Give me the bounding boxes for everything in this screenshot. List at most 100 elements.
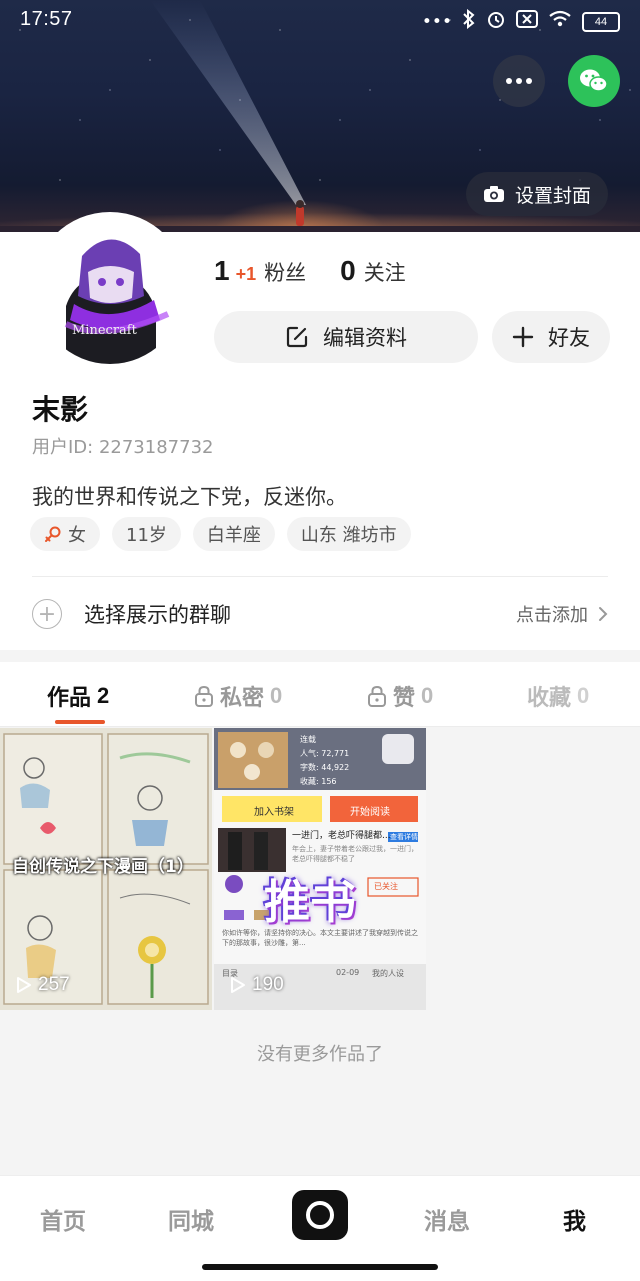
work-item[interactable]: 自创传说之下漫画（1） 257	[0, 728, 212, 1010]
sim-off-icon	[516, 10, 538, 33]
tab-works[interactable]: 作品 2	[47, 680, 109, 712]
fans-count: 1	[214, 255, 230, 286]
work-views-count: 190	[252, 974, 284, 995]
tag-gender: 女	[30, 517, 100, 551]
avatar[interactable]: Minecraft	[36, 216, 184, 364]
tab-likes-count: 0	[421, 683, 434, 708]
tab-private-label: 私密	[220, 686, 265, 711]
book-status: 连载	[300, 735, 316, 744]
tag-gender-label: 女	[68, 525, 86, 546]
work-item[interactable]: 连载 人气: 72,771 字数: 44,922 收藏: 156 加入书架 开始…	[214, 728, 426, 1010]
nav-home[interactable]: 首页	[40, 1202, 86, 1236]
status-icons: ••• 44	[421, 8, 620, 34]
wechat-share-button[interactable]	[568, 55, 620, 107]
tag-age-label: 11岁	[126, 525, 167, 546]
more-button[interactable]	[493, 55, 545, 107]
fans-label: 粉丝	[264, 261, 307, 285]
content-tabs: 作品 2 私密 0 赞 0 收藏 0	[0, 662, 640, 727]
work-views: 190	[230, 974, 284, 996]
nav-me[interactable]: 我	[563, 1202, 586, 1236]
book-toc-author: 我的人设	[372, 969, 404, 978]
set-cover-button[interactable]: 设置封面	[466, 172, 608, 216]
plus-icon	[512, 326, 534, 348]
following-label: 关注	[363, 261, 406, 285]
book-popularity: 人气: 72,771	[300, 749, 350, 758]
more-dots-icon: •••	[421, 11, 452, 32]
tab-private[interactable]: 私密 0	[194, 680, 282, 712]
user-id[interactable]: 用户ID: 2273187732	[32, 433, 213, 459]
group-chat-row[interactable]: + 选择展示的群聊 点击添加	[32, 590, 608, 638]
chevron-right-icon	[599, 607, 608, 621]
divider	[32, 576, 608, 577]
book-detail-tag: 查看详情	[390, 833, 418, 841]
following-count: 0	[340, 255, 356, 286]
bio: 我的世界和传说之下党，反迷你。	[32, 485, 347, 509]
nav-nearby[interactable]: 同城	[168, 1202, 214, 1236]
lock-icon	[368, 685, 386, 707]
nickname: 末影	[32, 393, 89, 426]
tag-location-label: 山东 潍坊市	[300, 525, 397, 546]
book-word-count: 字数: 44,922	[300, 763, 350, 772]
work-views-count: 257	[38, 974, 70, 995]
active-tab-indicator	[55, 720, 105, 724]
edit-profile-label: 编辑资料	[323, 326, 407, 350]
book-toc-date: 02-09	[336, 968, 360, 977]
tag-location: 山东 潍坊市	[286, 517, 411, 551]
tag-zodiac: 白羊座	[192, 517, 275, 551]
add-circle-icon: +	[32, 599, 62, 629]
work-title: 自创传说之下漫画（1）	[12, 857, 194, 877]
book-start-read: 开始阅读	[350, 807, 390, 818]
lock-icon	[195, 685, 213, 707]
home-indicator	[202, 1264, 438, 1270]
avatar-image: Minecraft	[36, 216, 184, 364]
wifi-icon	[548, 10, 572, 33]
tag-zodiac-label: 白羊座	[206, 525, 261, 546]
group-chat-label: 选择展示的群聊	[84, 603, 231, 627]
wechat-icon	[580, 69, 608, 92]
profile-cover[interactable]: 17:57 ••• 44 设置封面	[0, 0, 640, 232]
status-time: 17:57	[20, 8, 73, 30]
no-more-works: 没有更多作品了	[257, 1044, 383, 1065]
tab-private-count: 0	[270, 683, 283, 708]
record-icon	[306, 1201, 334, 1229]
book-add-shelf: 加入书架	[254, 807, 294, 818]
work-overlay-text: 推书	[264, 875, 356, 929]
alarm-icon	[486, 9, 506, 34]
camera-icon	[483, 186, 504, 202]
stats-row: 1 +1 粉丝 0 关注	[214, 255, 406, 287]
group-chat-action[interactable]: 点击添加	[516, 601, 608, 627]
tab-favorites[interactable]: 收藏 0	[527, 680, 589, 712]
fans-stat[interactable]: 1 +1 粉丝	[214, 255, 306, 287]
tab-favorites-label: 收藏	[527, 686, 572, 711]
nav-messages[interactable]: 消息	[424, 1202, 470, 1236]
add-friend-button[interactable]: 好友	[492, 311, 610, 363]
status-bar: 17:57 ••• 44	[0, 0, 640, 40]
avatar-caption: Minecraft	[72, 323, 138, 338]
book-snippet: 年会上，妻子带着老公跟过我，一进门，老总吓得腿都不稳了	[292, 845, 418, 863]
play-icon	[231, 977, 245, 993]
tab-likes-label: 赞	[393, 686, 416, 711]
tag-age: 11岁	[112, 517, 181, 551]
add-friend-label: 好友	[548, 326, 590, 350]
profile-tags: 女 11岁 白羊座 山东 潍坊市	[30, 517, 411, 551]
set-cover-label: 设置封面	[514, 184, 591, 207]
tab-favorites-count: 0	[577, 683, 590, 708]
edit-icon	[286, 326, 308, 348]
more-icon	[506, 78, 532, 84]
edit-profile-button[interactable]: 编辑资料	[214, 311, 478, 363]
bottom-nav: 首页 同城 消息 我	[0, 1175, 640, 1281]
fans-increment: +1	[235, 264, 257, 284]
tab-works-count: 2	[97, 683, 110, 708]
tab-likes[interactable]: 赞 0	[367, 680, 433, 712]
camera-button[interactable]	[292, 1190, 348, 1240]
book-headline: 一进门，老总吓得腿都...	[292, 831, 391, 841]
bluetooth-icon	[462, 8, 476, 34]
book-favorites: 收藏: 156	[300, 777, 337, 786]
group-chat-action-label: 点击添加	[516, 605, 588, 626]
female-icon	[45, 526, 61, 542]
following-stat[interactable]: 0 关注	[340, 255, 406, 287]
tab-works-label: 作品	[47, 686, 92, 711]
battery-icon: 44	[582, 11, 620, 32]
play-icon	[17, 977, 31, 993]
works-grid: 自创传说之下漫画（1） 257 连载 人气: 72,771 字数: 44,922…	[0, 728, 640, 1010]
